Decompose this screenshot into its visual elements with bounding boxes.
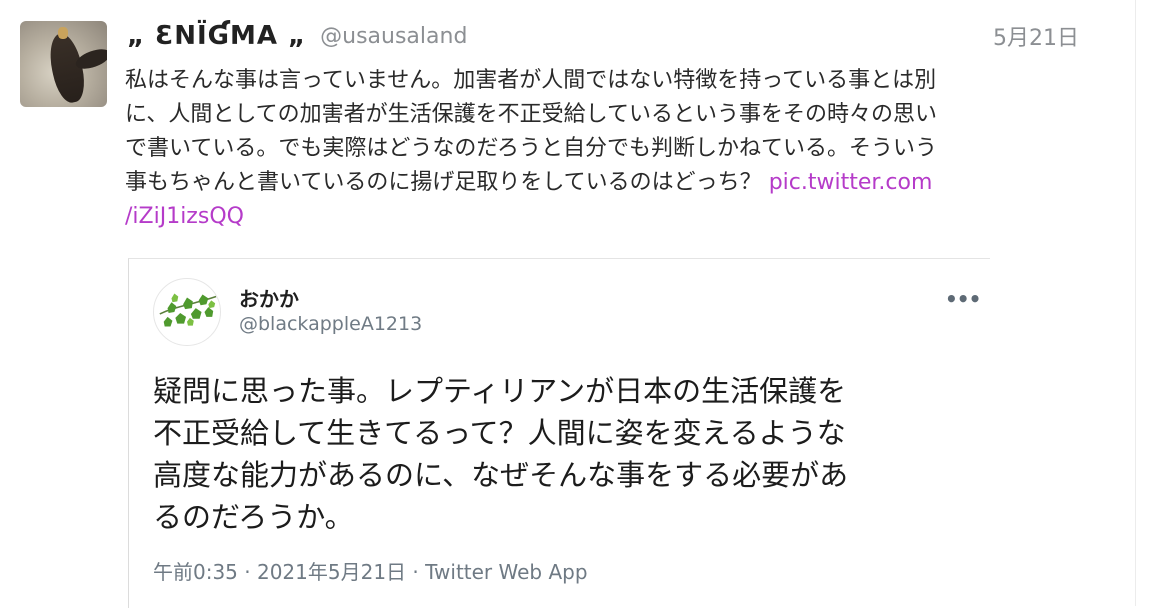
user-handle[interactable]: @usausaland (320, 24, 467, 49)
quoted-tweet-text: 疑問に思った事。レプティリアンが日本の生活保護を 不正受給して生きてるって？人間… (153, 370, 973, 538)
tweet-text-line: に、人間としての加害者が生活保護を不正受給しているという事をその時々の思い (125, 102, 938, 127)
tweet-text-line: 事もちゃんと書いているのに揚げ足取りをしているのはどっち？ pic.twitte… (125, 166, 1075, 200)
ivy-leaves-image (159, 293, 217, 327)
tweet-header: „ ƐΝΪƓΜΑ „ @usausaland (127, 18, 467, 54)
display-name[interactable]: „ ƐΝΪƓΜΑ „ (127, 21, 306, 51)
quoted-text-line: 高度な能力があるのに、なぜそんな事をする必要があ (153, 458, 849, 492)
quoted-text-line: るのだろうか。 (153, 500, 354, 534)
media-link[interactable]: pic.twitter.com (769, 170, 933, 195)
tweet: „ ƐΝΪƓΜΑ „ @usausaland 5月21日 私はそんな事は言ってい… (0, 0, 1136, 608)
quoted-user-handle[interactable]: @blackappleA1213 (239, 313, 422, 335)
media-link-continued[interactable]: /iZiJ1izsQQ (125, 200, 1075, 234)
quoted-text-line: 不正受給して生きてるって？人間に姿を変えるような (153, 416, 846, 450)
quoted-tweet-card[interactable]: おかか @blackappleA1213 ••• 疑問に思った事。レプティリアン… (128, 258, 990, 608)
tweet-text: 私はそんな事は言っていません。加害者が人間ではない特徴を持っている事とは別 に、… (125, 64, 1075, 234)
quoted-display-name[interactable]: おかか (239, 283, 299, 312)
bird-beak-image (58, 27, 68, 39)
quoted-text-line: 疑問に思った事。レプティリアンが日本の生活保護を (153, 374, 847, 408)
tweet-text-line: 私はそんな事は言っていません。加害者が人間ではない特徴を持っている事とは別 (125, 68, 937, 93)
more-dots-icon[interactable]: ••• (945, 287, 981, 311)
tweet-date[interactable]: 5月21日 (993, 20, 1079, 52)
quoted-user-avatar[interactable] (153, 278, 221, 346)
quoted-tweet-meta[interactable]: 午前0:35 · 2021年5月21日 · Twitter Web App (153, 556, 588, 585)
user-avatar[interactable] (20, 21, 107, 107)
tweet-text-fragment: 事もちゃんと書いているのに揚げ足取りをしているのはどっち？ (125, 170, 769, 195)
tweet-text-line: で書いている。でも実際はどうなのだろうと自分でも判断しかねている。そういう (125, 136, 938, 161)
